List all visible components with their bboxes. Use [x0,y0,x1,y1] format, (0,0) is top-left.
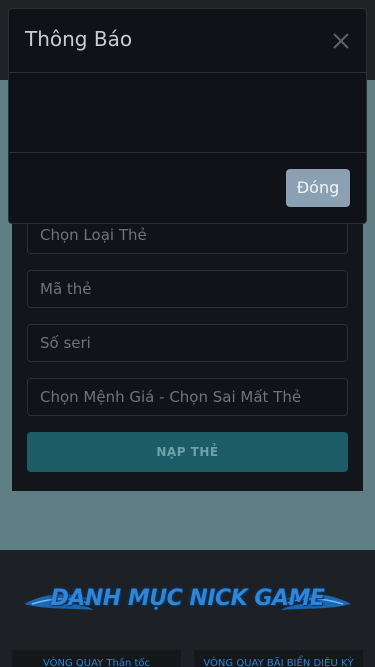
modal-body [9,73,366,153]
modal-header: Thông Báo [9,9,366,73]
modal-title: Thông Báo [25,27,133,51]
close-button[interactable]: Đóng [286,169,350,207]
notification-modal: Thông Báo Đóng [8,8,367,224]
close-icon[interactable] [329,29,353,53]
